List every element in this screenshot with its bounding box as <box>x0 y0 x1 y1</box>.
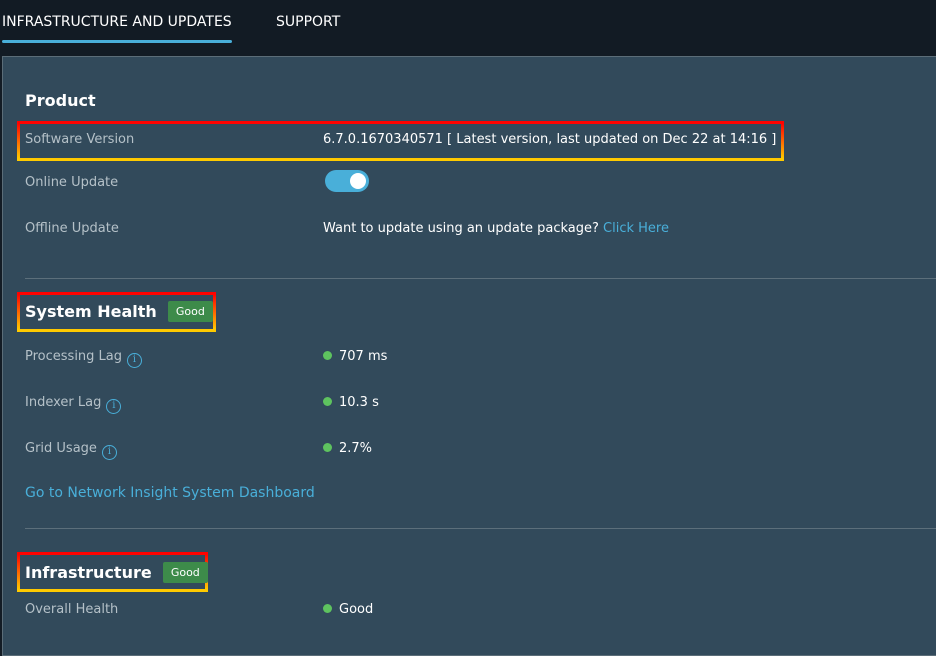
system-health-heading: System Health <box>25 302 157 321</box>
overall-health-value: Good <box>323 602 373 617</box>
metric-value: 2.7% <box>323 441 372 456</box>
infrastructure-status-badge: Good <box>162 562 208 583</box>
metric-value-text: 707 ms <box>339 349 388 364</box>
software-version-label: Software Version <box>25 132 135 147</box>
overall-health-label: Overall Health <box>25 602 119 617</box>
system-dashboard-link[interactable]: Go to Network Insight System Dashboard <box>25 485 315 501</box>
metric-value-text: 2.7% <box>339 441 373 456</box>
metric-value: 707 ms <box>323 349 387 364</box>
tab-bar: INFRASTRUCTURE AND UPDATES SUPPORT <box>0 0 936 56</box>
divider <box>25 528 936 529</box>
infrastructure-heading: Infrastructure <box>25 563 152 582</box>
infrastructure-header: Infrastructure Good <box>25 562 208 583</box>
metric-label: Indexer Lag <box>25 395 102 410</box>
info-icon[interactable]: i <box>101 445 117 460</box>
system-health-header: System Health Good <box>25 301 213 322</box>
overall-health-text: Good <box>339 602 374 617</box>
metric-processing-lag: Processing Lag i <box>25 349 143 368</box>
offline-update-prompt: Want to update using an update package? <box>323 221 599 236</box>
metric-grid-usage: Grid Usage i <box>25 441 117 460</box>
offline-update-label: Offline Update <box>25 221 119 236</box>
content-panel: Product Software Version 6.7.0.167034057… <box>2 56 936 656</box>
status-dot-icon <box>323 443 332 452</box>
metric-value-text: 10.3 s <box>339 395 379 410</box>
offline-update-text: Want to update using an update package? … <box>323 221 669 236</box>
software-version-value: 6.7.0.1670340571 [ Latest version, last … <box>323 132 777 147</box>
online-update-label: Online Update <box>25 175 119 190</box>
metric-label: Grid Usage <box>25 441 97 456</box>
status-dot-icon <box>323 351 332 360</box>
online-update-toggle[interactable] <box>325 170 369 192</box>
tab-support[interactable]: SUPPORT <box>276 14 340 30</box>
tab-infrastructure-and-updates[interactable]: INFRASTRUCTURE AND UPDATES <box>2 14 232 43</box>
product-heading: Product <box>25 91 96 110</box>
status-dot-icon <box>323 397 332 406</box>
metric-indexer-lag: Indexer Lag i <box>25 395 122 414</box>
metric-value: 10.3 s <box>323 395 379 410</box>
system-health-status-badge: Good <box>167 301 213 322</box>
divider <box>25 278 936 279</box>
info-icon[interactable]: i <box>127 353 143 368</box>
click-here-link[interactable]: Click Here <box>603 221 669 236</box>
metric-label: Processing Lag <box>25 349 123 364</box>
info-icon[interactable]: i <box>106 399 122 414</box>
status-dot-icon <box>323 604 332 613</box>
